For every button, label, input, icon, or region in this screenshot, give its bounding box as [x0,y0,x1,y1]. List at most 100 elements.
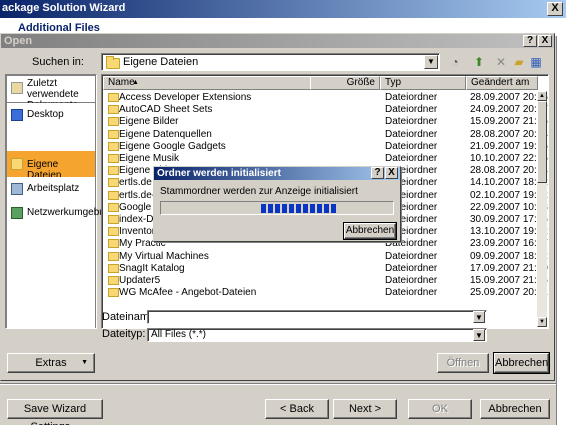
progress-message: Stammordner werden zur Anzeige initialis… [160,186,358,197]
my-computer-icon [11,183,23,195]
network-icon [11,207,23,219]
chevron-down-icon[interactable]: ▼ [473,311,485,323]
progress-cancel-button[interactable]: Abbrechen [343,222,397,240]
table-row[interactable]: Eigene Google Gadgets Dateiordner 21.09.20… [104,140,548,153]
places-bar: Zuletzt verwendete Dokumente Desktop Eig… [5,74,116,329]
recent-documents-icon [11,82,23,94]
open-dialog-title: Open [4,35,33,47]
folder-icon [108,215,119,224]
lookin-value: Eigene Dateien [123,56,199,68]
place-network[interactable]: Netzwerkumgebung [7,201,116,329]
table-row[interactable]: Access Developer Extensions Dateiordner 28… [104,92,548,104]
chevron-down-icon[interactable]: ▼ [473,329,485,341]
file-name: Access Developer Extensions [119,92,252,103]
file-type: Dateiordner [385,140,438,152]
folder-icon [108,276,119,285]
back-button[interactable]: < Back [265,399,329,419]
folder-icon [108,154,119,163]
column-header-type[interactable]: Typ [380,76,466,90]
table-row[interactable]: Eigene Musik Dateiordner 10.10.2007 22:35 [104,153,548,165]
file-name: WG McAfee - Angebot-Dateien [119,287,257,299]
scroll-thumb[interactable] [537,101,547,183]
view-menu-icon[interactable]: ▦ [528,55,544,69]
place-my-documents[interactable]: Eigene Dateien [7,151,95,181]
file-name: Eigene Google Gadgets [119,140,226,152]
lookin-dropdown[interactable]: Eigene Dateien ▼ [101,53,440,71]
wizard-titlebar: ackage Solution Wizard X [0,0,566,18]
wizard-close-button[interactable]: X [547,2,563,16]
my-documents-icon [11,158,23,170]
wizard-content-strip [556,36,566,425]
table-row[interactable]: Eigene Bilder Dateiordner 15.09.2007 21:26 [104,116,548,128]
folder-icon [108,141,119,151]
progress-close-button[interactable]: X [385,167,398,179]
progress-title: Ordner werden initialisiert [157,168,281,179]
desktop-icon [11,109,23,121]
file-name: Inventor [119,226,156,238]
filetype-select[interactable]: All Files (*.*) ▼ [147,328,487,342]
table-row[interactable]: Eigene Datenquellen Dateiordner 28.08.2007… [104,128,548,141]
wizard-title: ackage Solution Wizard [2,2,126,14]
wizard-separator [0,383,556,385]
file-name: My Virtual Machines [119,250,209,262]
file-type: Dateiordner [385,250,438,262]
progress-help-button[interactable]: ? [371,167,384,179]
up-folder-icon[interactable]: ⬆ [471,55,487,69]
extras-button[interactable]: Extras ▼ [7,353,95,373]
chevron-down-icon: ▼ [81,359,88,366]
folder-icon [106,56,120,69]
progress-bar [160,201,394,215]
open-button[interactable]: Öffnen [437,353,489,373]
file-name: Eigene Bilder [119,116,179,128]
filetype-value: All Files (*.*) [151,329,207,340]
place-label: Arbeitsplatz [27,183,80,194]
table-row[interactable]: My Virtual Machines Dateiordner 09.09.2007… [104,250,548,263]
vertical-scrollbar[interactable]: ▲ ▼ [537,91,547,327]
file-type: Dateiordner [385,128,438,140]
file-name: AutoCAD Sheet Sets [119,104,213,116]
column-header-size[interactable]: Größe [310,76,380,90]
place-label: Desktop [27,109,64,120]
file-name: Eigene Musik [119,153,180,164]
table-row[interactable]: SnagIt Katalog Dateiordner 17.09.2007 21:1… [104,262,548,275]
scroll-down-icon[interactable]: ▼ [537,317,547,327]
place-recent[interactable]: Zuletzt verwendete Dokumente [7,76,95,111]
folder-icon [108,117,119,127]
next-button[interactable]: Next > [333,399,397,419]
file-name: Updater5 [119,275,161,286]
back-icon[interactable]: ◔ [447,55,463,69]
wizard-cancel-button[interactable]: Abbrechen [480,399,550,419]
save-wizard-settings-button[interactable]: Save Wizard Settings... [7,399,103,425]
file-type: Dateiordner [385,287,438,299]
file-type: Dateiordner [385,104,438,116]
folder-icon [108,129,119,139]
open-help-button[interactable]: ? [523,35,537,47]
folder-icon [108,105,119,115]
folder-icon [108,202,119,212]
delete-icon[interactable]: ✕ [493,55,509,69]
chevron-down-icon[interactable]: ▼ [424,55,438,69]
place-my-computer[interactable]: Arbeitsplatz [7,177,95,201]
open-cancel-button[interactable]: Abbrechen [493,352,550,374]
folder-icon [108,93,119,102]
file-type: Dateiordner [385,92,438,103]
table-row[interactable]: WG McAfee - Angebot-Dateien Dateiordner 25… [104,287,548,299]
file-name: ertls.de [119,177,152,189]
extras-label: Extras [35,357,67,369]
folder-icon [108,288,119,298]
file-name: Eigene Datenquellen [119,128,212,140]
ok-button[interactable]: OK [408,399,472,419]
column-header-modified[interactable]: Geändert am [466,76,538,90]
folder-icon [108,263,119,273]
file-name: SnagIt Katalog [119,262,185,274]
file-type: Dateiordner [385,262,438,274]
filename-input[interactable]: ▼ [147,310,487,324]
table-row[interactable]: AutoCAD Sheet Sets Dateiordner 24.09.2007 … [104,104,548,116]
table-row[interactable]: Updater5 Dateiordner 15.09.2007 21:26 [104,275,548,287]
place-desktop[interactable]: Desktop [7,103,95,151]
new-folder-icon[interactable]: ▰ [511,55,527,69]
scroll-up-icon[interactable]: ▲ [537,91,547,101]
open-dialog-titlebar: Open ? X [1,34,554,48]
open-close-button[interactable]: X [538,35,552,47]
progress-fill [261,204,337,213]
